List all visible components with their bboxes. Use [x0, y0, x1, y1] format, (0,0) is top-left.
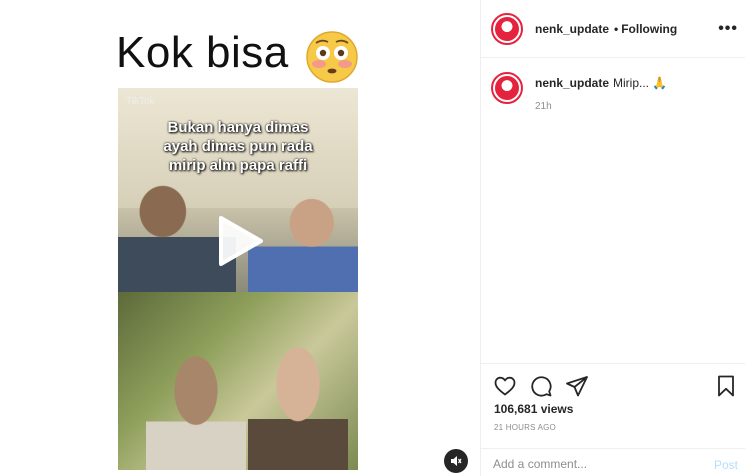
video-player[interactable]: TikTok Bukan hanya dimas ayah dimas pun …	[118, 88, 358, 470]
video-overlay-text: Bukan hanya dimas ayah dimas pun rada mi…	[124, 118, 352, 175]
post-button[interactable]: Post	[714, 458, 738, 472]
person-right-bottom	[248, 336, 348, 470]
avatar[interactable]	[491, 12, 523, 45]
post-side-panel: nenk_update • Following ••• nenk_update M…	[480, 0, 745, 476]
speaker-muted-icon	[451, 456, 462, 466]
heart-icon[interactable]	[493, 374, 517, 398]
header-username[interactable]: nenk_update	[535, 22, 609, 36]
comment-input[interactable]	[493, 455, 683, 473]
post-timestamp[interactable]: 21 HOURS AGO	[494, 423, 556, 432]
flushed-face-emoji	[306, 31, 358, 83]
overlay-line-1: Bukan hanya dimas	[167, 119, 309, 136]
caption-username[interactable]: nenk_update	[535, 76, 609, 90]
view-count[interactable]: 106,681 views	[494, 402, 573, 416]
share-icon[interactable]	[565, 374, 589, 398]
comment-icon[interactable]	[529, 374, 553, 398]
separator-dot: •	[614, 21, 619, 36]
tiktok-watermark: TikTok	[126, 96, 155, 107]
image-caption-text: Kok bisa	[116, 28, 289, 77]
post-media[interactable]: Kok bisa TikTok Bukan hanya dimas ayah d…	[0, 0, 480, 476]
caption-comment: nenk_update Mirip... 🙏 21h	[491, 72, 736, 112]
more-options-icon[interactable]: •••	[718, 20, 738, 38]
following-button[interactable]: Following	[621, 22, 677, 36]
person-left-bottom	[146, 342, 246, 470]
play-icon[interactable]	[213, 214, 267, 268]
video-bottom-frame	[118, 292, 358, 470]
caption-text: Mirip... 🙏	[613, 76, 668, 90]
mute-button[interactable]	[444, 449, 468, 473]
caption-time[interactable]: 21h	[535, 101, 667, 112]
bookmark-icon[interactable]	[714, 374, 738, 398]
post-actions: 106,681 views 21 HOURS AGO Post	[481, 363, 745, 475]
caption-avatar[interactable]	[491, 72, 523, 104]
overlay-line-2: ayah dimas pun rada	[163, 138, 313, 155]
overlay-line-3: mirip alm papa raffi	[168, 157, 308, 174]
post-header: nenk_update • Following •••	[481, 0, 745, 58]
comment-box: Post	[481, 448, 745, 476]
